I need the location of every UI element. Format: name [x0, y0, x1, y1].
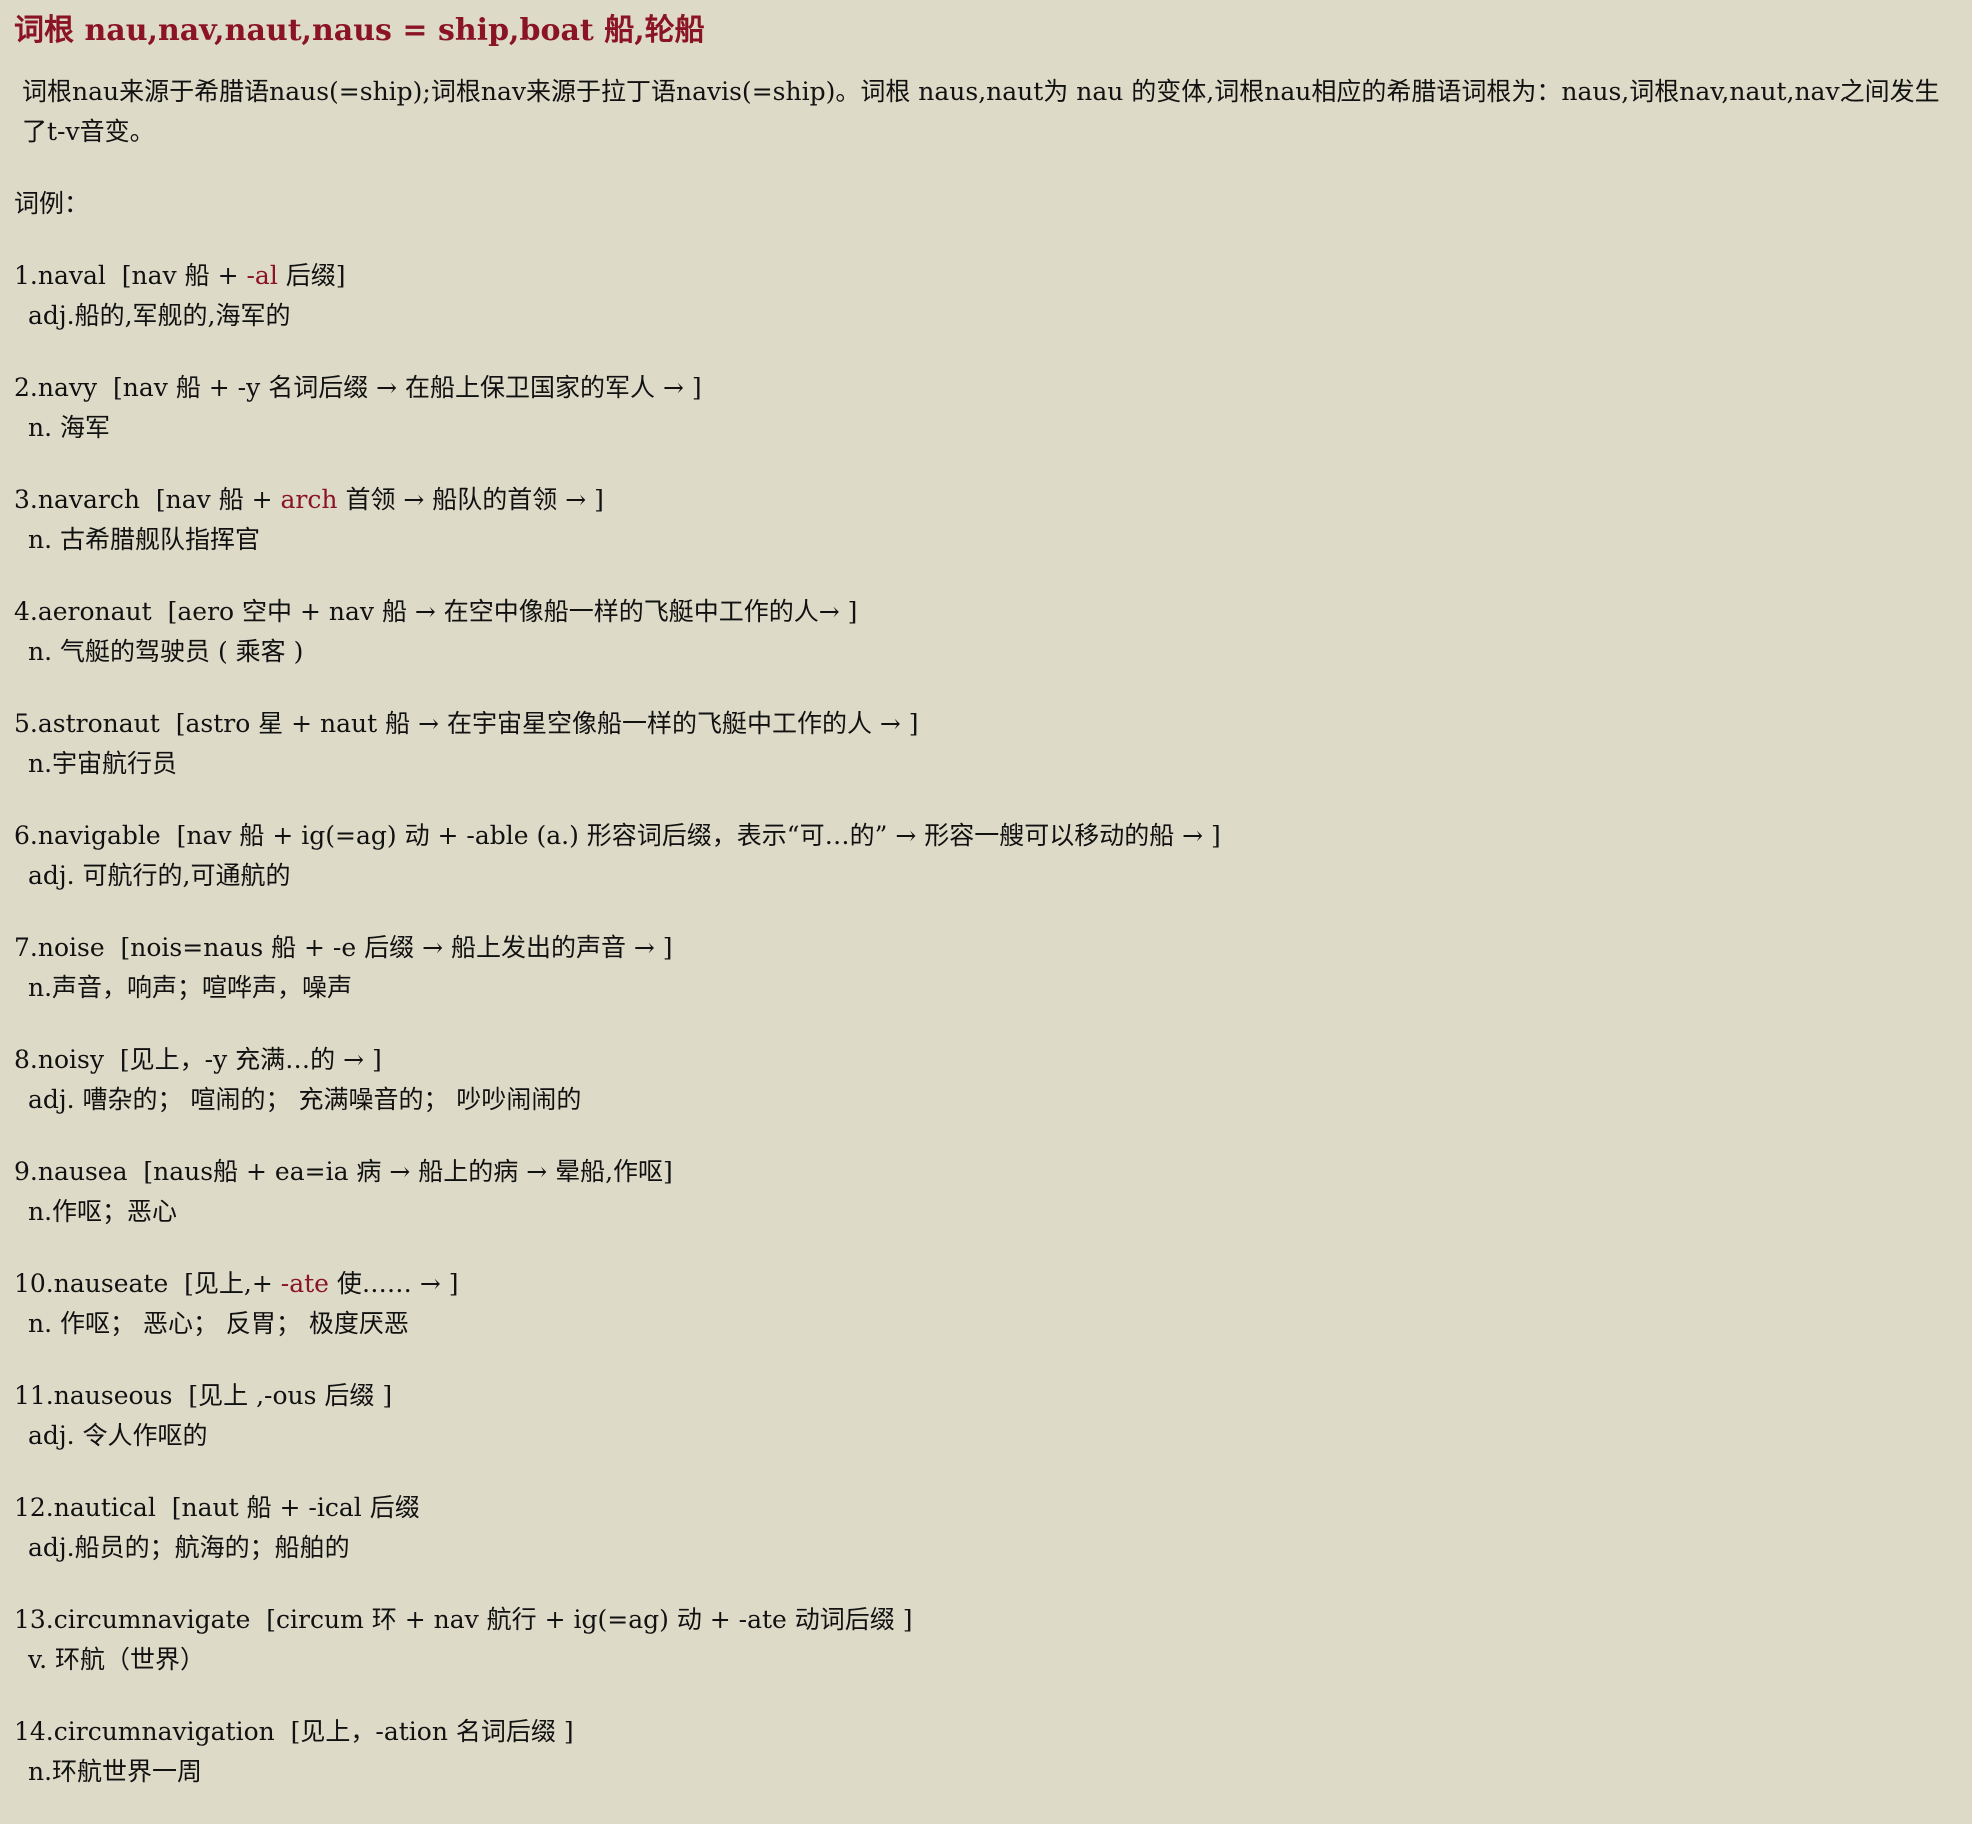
- article: 词根 nau,nav,naut,naus = ship,boat 船,轮船 词根…: [14, 10, 1958, 1824]
- list-item: 2.navy [nav 船 + -y 名词后缀 → 在船上保卫国家的军人 → ]…: [14, 368, 1958, 480]
- list-item: 4.aeronaut [aero 空中 + nav 船 → 在空中像船一样的飞艇…: [14, 592, 1958, 704]
- entry-headline: 4.aeronaut [aero 空中 + nav 船 → 在空中像船一样的飞艇…: [14, 592, 1958, 632]
- page-title: 词根 nau,nav,naut,naus = ship,boat 船,轮船: [14, 13, 705, 48]
- entry-headline: 12.nautical [naut 船 + -ical 后缀: [14, 1488, 1958, 1528]
- entry-etymology: [见上,+: [184, 1269, 281, 1298]
- entry-headword: 3.navarch: [14, 485, 140, 514]
- entry-etymology-highlight: -ate: [280, 1269, 329, 1298]
- entry-headword: 10.nauseate: [14, 1269, 169, 1298]
- entry-etymology: 后缀]: [277, 261, 346, 290]
- entry-headline: 9.nausea [naus船 + ea=ia 病 → 船上的病 → 晕船,作呕…: [14, 1152, 1958, 1192]
- list-item: 1.naval [nav 船 + -al 后缀] adj.船的,军舰的,海军的: [14, 256, 1958, 368]
- entry-meaning: n. 作呕； 恶心； 反胃； 极度厌恶: [28, 1309, 409, 1338]
- entry-headline: 13.circumnavigate [circum 环 + nav 航行 + i…: [14, 1600, 1958, 1640]
- list-item: 9.nausea [naus船 + ea=ia 病 → 船上的病 → 晕船,作呕…: [14, 1152, 1958, 1264]
- entry-headword: 9.nausea: [14, 1157, 128, 1186]
- list-item: 3.navarch [nav 船 + arch 首领 → 船队的首领 → ] n.…: [14, 480, 1958, 592]
- entry-etymology: [astro 星 + naut 船 → 在宇宙星空像船一样的飞艇中工作的人 → …: [175, 709, 919, 738]
- entry-headline: 3.navarch [nav 船 + arch 首领 → 船队的首领 → ]: [14, 480, 1958, 520]
- entry-headline: 5.astronaut [astro 星 + naut 船 → 在宇宙星空像船一…: [14, 704, 1958, 744]
- entry-headword: 4.aeronaut: [14, 597, 152, 626]
- entry-meaning: n.环航世界一周: [28, 1757, 203, 1786]
- entry-headline: 8.noisy [见上，-y 充满…的 → ]: [14, 1040, 1958, 1080]
- entry-etymology: 使…… → ]: [328, 1269, 459, 1298]
- entry-meaning: adj.船的,军舰的,海军的: [28, 301, 291, 330]
- entry-headline: 1.naval [nav 船 + -al 后缀]: [14, 256, 1958, 296]
- entry-etymology: [naus船 + ea=ia 病 → 船上的病 → 晕船,作呕]: [143, 1157, 673, 1186]
- list-item: 11.nauseous [见上 ,-ous 后缀 ] adj. 令人作呕的: [14, 1376, 1958, 1488]
- entry-etymology: [aero 空中 + nav 船 → 在空中像船一样的飞艇中工作的人→ ]: [167, 597, 858, 626]
- entry-headword: 7.noise: [14, 933, 105, 962]
- entry-meaning: n.宇宙航行员: [28, 749, 178, 778]
- entry-meaning: n.作呕；恶心: [28, 1197, 178, 1226]
- list-item: 6.navigable [nav 船 + ig(=ag) 动 + -able (…: [14, 816, 1958, 928]
- intro-paragraph: 词根nau来源于希腊语naus(=ship);词根nav来源于拉丁语navis(…: [22, 77, 1940, 146]
- list-item: 8.noisy [见上，-y 充满…的 → ] adj. 嘈杂的； 喧闹的； 充…: [14, 1040, 1958, 1152]
- entry-etymology: 首领 → 船队的首领 → ]: [337, 485, 604, 514]
- entry-etymology: [naut 船 + -ical 后缀: [171, 1493, 420, 1522]
- entry-headline: 7.noise [nois=naus 船 + -e 后缀 → 船上发出的声音 →…: [14, 928, 1958, 968]
- entry-etymology: [见上，-y 充满…的 → ]: [119, 1045, 382, 1074]
- entry-etymology-highlight: arch: [280, 485, 338, 514]
- entry-meaning: adj.船员的；航海的；船舶的: [28, 1533, 350, 1562]
- examples-label: 词例：: [14, 189, 90, 218]
- entry-headword: 2.navy: [14, 373, 98, 402]
- entry-meaning: adj. 可航行的,可通航的: [28, 861, 291, 890]
- list-item: 12.nautical [naut 船 + -ical 后缀 adj.船员的；航海…: [14, 1488, 1958, 1600]
- entry-headword: 12.nautical: [14, 1493, 156, 1522]
- entry-headword: 13.circumnavigate: [14, 1605, 251, 1634]
- entry-meaning: v. 环航（世界）: [28, 1645, 206, 1674]
- list-item: 14.circumnavigation [见上，-ation 名词后缀 ] n.环…: [14, 1712, 1958, 1824]
- entry-headword: 6.navigable: [14, 821, 161, 850]
- list-item: 10.nauseate [见上,+ -ate 使…… → ] n. 作呕； 恶心；…: [14, 1264, 1958, 1376]
- entry-etymology: [nav 船 +: [155, 485, 281, 514]
- entry-etymology: [nav 船 + -y 名词后缀 → 在船上保卫国家的军人 → ]: [113, 373, 702, 402]
- entry-meaning: n. 海军: [28, 413, 110, 442]
- entry-headword: 1.naval: [14, 261, 106, 290]
- entry-etymology: [见上，-ation 名词后缀 ]: [290, 1717, 574, 1746]
- entry-headline: 10.nauseate [见上,+ -ate 使…… → ]: [14, 1264, 1958, 1304]
- entry-etymology-highlight: -al: [246, 261, 278, 290]
- entry-meaning: adj. 令人作呕的: [28, 1421, 208, 1450]
- entry-headword: 11.nauseous: [14, 1381, 173, 1410]
- entry-etymology: [nav 船 +: [121, 261, 247, 290]
- entry-headword: 14.circumnavigation: [14, 1717, 275, 1746]
- entry-headword: 5.astronaut: [14, 709, 160, 738]
- entry-headline: 6.navigable [nav 船 + ig(=ag) 动 + -able (…: [14, 816, 1958, 856]
- entry-headline: 11.nauseous [见上 ,-ous 后缀 ]: [14, 1376, 1958, 1416]
- entry-headword: 8.noisy: [14, 1045, 104, 1074]
- entry-headline: 2.navy [nav 船 + -y 名词后缀 → 在船上保卫国家的军人 → ]: [14, 368, 1958, 408]
- entry-etymology: [nav 船 + ig(=ag) 动 + -able (a.) 形容词后缀，表示…: [176, 821, 1221, 850]
- entry-meaning: adj. 嘈杂的； 喧闹的； 充满噪音的； 吵吵闹闹的: [28, 1085, 582, 1114]
- list-item: 13.circumnavigate [circum 环 + nav 航行 + i…: [14, 1600, 1958, 1712]
- entry-etymology: [circum 环 + nav 航行 + ig(=ag) 动 + -ate 动词…: [266, 1605, 913, 1634]
- list-item: 5.astronaut [astro 星 + naut 船 → 在宇宙星空像船一…: [14, 704, 1958, 816]
- entry-etymology: [nois=naus 船 + -e 后缀 → 船上发出的声音 → ]: [120, 933, 673, 962]
- entry-headline: 14.circumnavigation [见上，-ation 名词后缀 ]: [14, 1712, 1958, 1752]
- entry-etymology: [见上 ,-ous 后缀 ]: [188, 1381, 393, 1410]
- entry-meaning: n. 古希腊舰队指挥官: [28, 525, 260, 554]
- list-item: 7.noise [nois=naus 船 + -e 后缀 → 船上发出的声音 →…: [14, 928, 1958, 1040]
- entry-meaning: n.声音，响声；喧哗声，噪声: [28, 973, 353, 1002]
- entry-meaning: n. 气艇的驾驶员 ( 乘客 ): [28, 637, 304, 666]
- entry-list: 1.naval [nav 船 + -al 后缀] adj.船的,军舰的,海军的 2.…: [14, 256, 1958, 1824]
